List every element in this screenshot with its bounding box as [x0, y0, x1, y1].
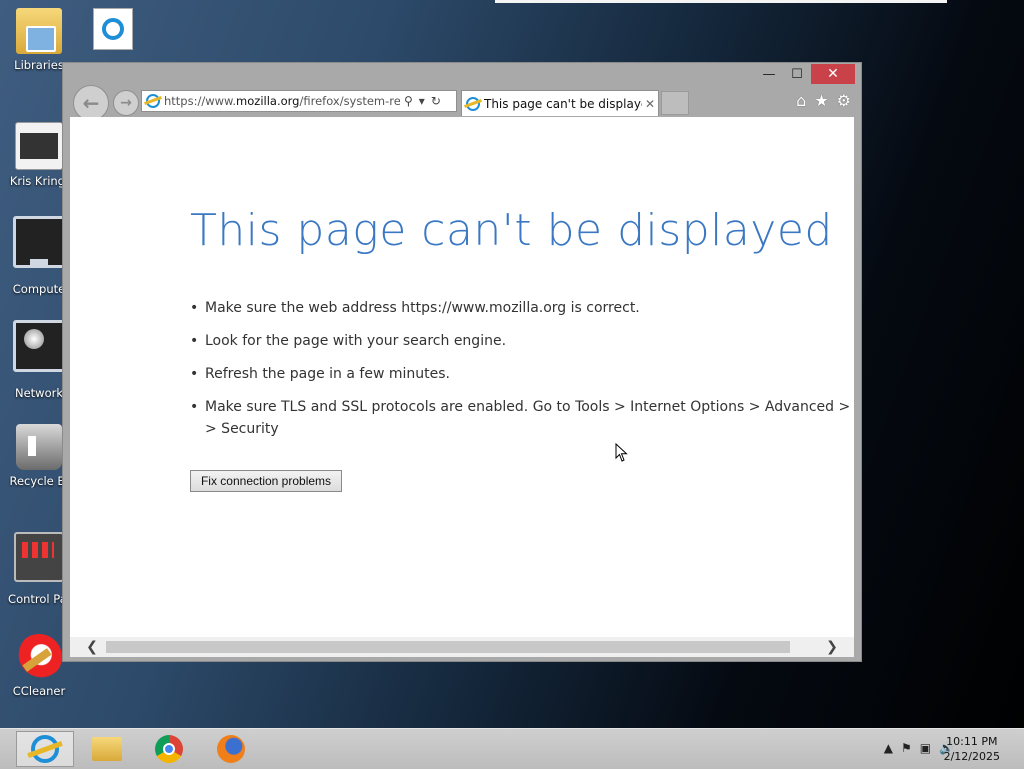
internet-explorer-shortcut-icon	[93, 8, 133, 50]
internet-explorer-icon	[31, 735, 59, 763]
list-item-text: Make sure TLS and SSL protocols are enab…	[205, 399, 854, 415]
search-icon[interactable]: ⚲	[404, 94, 413, 108]
close-button[interactable]: ✕	[811, 64, 855, 84]
top-window-edge	[495, 0, 947, 3]
address-url[interactable]: https://www.mozilla.org/firefox/system-r…	[164, 94, 400, 108]
new-tab-button[interactable]	[661, 91, 689, 115]
scrollbar-thumb[interactable]	[106, 641, 790, 653]
control-panel-icon	[14, 532, 64, 582]
browser-window: — ☐ ✕ ← → https://www.mozilla.org/firefo…	[62, 62, 862, 662]
navigation-bar: ← → https://www.mozilla.org/firefox/syst…	[71, 85, 855, 121]
action-center-flag-icon[interactable]: ⚑	[901, 741, 912, 755]
desktop-icon-internet-explorer[interactable]	[74, 8, 152, 58]
chrome-icon	[155, 735, 183, 763]
url-path: /firefox/system-requ	[299, 94, 400, 108]
list-item: Refresh the page in a few minutes.	[190, 363, 854, 385]
arrow-left-icon: ←	[82, 91, 100, 115]
url-domain: mozilla.org	[236, 94, 300, 108]
fix-connection-button[interactable]: Fix connection problems	[190, 470, 342, 492]
clock-date: 2/12/2025	[943, 750, 1000, 763]
minimize-button[interactable]: —	[755, 64, 783, 84]
list-item-continuation: > Security	[205, 421, 279, 437]
taskbar-chrome[interactable]	[140, 731, 198, 767]
page-content: This page can't be displayed Make sure t…	[70, 117, 854, 657]
home-icon[interactable]: ⌂	[796, 91, 806, 110]
show-hidden-icons-icon[interactable]: ▲	[884, 741, 893, 755]
forward-button[interactable]: →	[113, 90, 139, 116]
recycle-bin-icon	[16, 424, 62, 470]
favorites-star-icon[interactable]: ★	[814, 91, 828, 110]
back-button[interactable]: ←	[73, 85, 109, 121]
mouse-cursor-icon	[615, 443, 628, 462]
taskbar-firefox[interactable]	[202, 731, 260, 767]
chevron-left-icon[interactable]: ❮	[82, 637, 102, 657]
list-item: Make sure TLS and SSL protocols are enab…	[190, 396, 854, 440]
suggestion-list: Make sure the web address https://www.mo…	[190, 297, 854, 440]
chevron-right-icon[interactable]: ❯	[822, 637, 842, 657]
address-bar[interactable]: https://www.mozilla.org/firefox/system-r…	[141, 90, 457, 112]
libraries-icon	[16, 8, 62, 54]
list-item: Make sure the web address https://www.mo…	[190, 297, 854, 319]
horizontal-scrollbar[interactable]: ❮ ❯	[70, 637, 854, 657]
arrow-right-icon: →	[120, 95, 132, 111]
network-status-icon[interactable]: ▣	[920, 741, 931, 755]
firefox-icon	[217, 735, 245, 763]
file-explorer-icon	[92, 737, 122, 761]
tab-close-icon[interactable]: ✕	[642, 97, 658, 111]
url-prefix: https://www.	[164, 94, 237, 108]
command-icons: ⌂ ★ ⚙	[796, 91, 851, 110]
clock[interactable]: 10:11 PM 2/12/2025	[944, 734, 1000, 764]
ccleaner-icon	[16, 634, 62, 680]
taskbar: ▲ ⚑ ▣ 🔊 10:11 PM 2/12/2025	[0, 728, 1024, 769]
desktop-icon-label: CCleaner	[12, 684, 66, 698]
network-icon	[13, 320, 65, 372]
dropdown-icon[interactable]: ▾	[419, 94, 425, 108]
taskbar-file-explorer[interactable]	[78, 731, 136, 767]
list-item: Look for the page with your search engin…	[190, 330, 854, 352]
page-title: This page can't be displayed	[190, 205, 833, 256]
window-controls: — ☐ ✕	[755, 64, 855, 84]
kris-kringle-icon	[15, 122, 63, 170]
tab-active[interactable]: This page can't be displayed ✕	[461, 90, 659, 116]
computer-icon	[13, 216, 65, 268]
site-icon	[146, 94, 160, 108]
taskbar-internet-explorer[interactable]	[16, 731, 74, 767]
maximize-button[interactable]: ☐	[783, 64, 811, 84]
tab-site-icon	[466, 96, 480, 111]
tab-title: This page can't be displayed	[484, 96, 642, 111]
clock-time: 10:11 PM	[946, 735, 998, 748]
settings-gear-icon[interactable]: ⚙	[837, 91, 851, 110]
refresh-icon[interactable]: ↻	[431, 94, 441, 108]
